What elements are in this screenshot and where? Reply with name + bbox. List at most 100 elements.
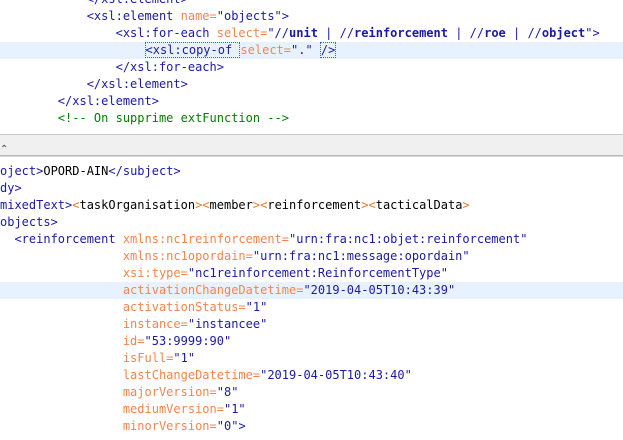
token-val: "urn:fra:nc1:objet:reinforcement": [289, 232, 528, 246]
xml-line-11[interactable]: id="53:9999:90": [0, 333, 623, 350]
token-tag: objects>: [0, 215, 58, 229]
token-txt: tacticalData: [375, 198, 463, 212]
token-txt: taskOrganisation: [79, 198, 196, 212]
xsl-line-4[interactable]: <xsl:copy-of select="." />: [0, 42, 623, 59]
token-tag: dy>: [0, 181, 22, 195]
token-attr: minorVersion=: [122, 419, 217, 433]
token-val: "1": [223, 402, 246, 416]
token-val: "nc1reinforcement:ReinforcementType": [187, 266, 448, 280]
token-tag: </subject>: [108, 164, 181, 178]
xsl-editor-pane[interactable]: </xsl:element> <xsl:element name="object…: [0, 0, 623, 134]
xsl-line-1[interactable]: </xsl:element>: [0, 0, 623, 8]
token-valb: roe: [484, 26, 506, 40]
token-val: "8": [216, 385, 239, 399]
xml-line-16[interactable]: minorVersion="0">: [0, 418, 623, 435]
token-val: "urn:fra:nc1:message:opordain": [252, 249, 470, 263]
xml-line-6[interactable]: xmlns:nc1opordain="urn:fra:nc1:message:o…: [0, 248, 623, 265]
xml-line-13[interactable]: lastChangeDatetime="2019-04-05T10:43:40": [0, 367, 623, 384]
token-tag: >: [592, 26, 600, 40]
pane-divider[interactable]: ⌃: [0, 134, 623, 156]
xsl-line-5[interactable]: </xsl:for-each>: [0, 59, 623, 76]
token-tag: </xsl:for-each>: [115, 60, 224, 74]
xsl-line-2[interactable]: <xsl:element name="objects">: [0, 8, 623, 25]
xml-line-9[interactable]: activationStatus="1": [0, 299, 623, 316]
token-tag: oject>: [0, 164, 44, 178]
token-tag: mixedText>: [0, 198, 73, 212]
token-attr: id=: [122, 334, 145, 348]
token-val: "objects": [216, 9, 282, 23]
token-attr: xsi:type=: [122, 266, 188, 280]
token-txt: OPORD-AIN: [43, 164, 109, 178]
token-val: ": [585, 26, 593, 40]
token-attr: activationStatus=: [122, 300, 246, 314]
token-tag: >: [281, 9, 290, 23]
token-ent: ><: [361, 198, 376, 212]
xml-editor-pane[interactable]: oject>OPORD-AIN</subject> dy> mixedText><t…: [0, 156, 623, 440]
xsl-line-6[interactable]: </xsl:element>: [0, 76, 623, 93]
xml-line-14[interactable]: majorVersion="8": [0, 384, 623, 401]
xml-line-1[interactable]: oject>OPORD-AIN</subject>: [0, 163, 623, 180]
token-attr: lastChangeDatetime=: [122, 368, 261, 382]
xml-line-5[interactable]: <reinforcement xmlns:nc1reinforcement="u…: [0, 231, 623, 248]
xml-line-7[interactable]: xsi:type="nc1reinforcement:Reinforcement…: [0, 265, 623, 282]
token-cmt: <!-- On supprime extFunction -->: [57, 111, 289, 125]
token-tag: <reinforcement: [14, 232, 123, 246]
token-attr: select=: [240, 43, 291, 57]
token-attr: instance=: [122, 317, 188, 331]
token-attr: activationChangeDatetime=: [122, 283, 304, 297]
token-tag: <xsl:for-each: [115, 26, 217, 40]
token-val: "0": [216, 419, 239, 433]
token-txt: member: [209, 198, 253, 212]
token-val: ".": [291, 43, 320, 57]
token-attr: select=: [216, 26, 268, 40]
xml-line-3[interactable]: mixedText><taskOrganisation><member><rei…: [0, 197, 623, 214]
xml-line-2[interactable]: dy>: [0, 180, 623, 197]
token-val: "2019-04-05T10:43:39": [303, 283, 456, 297]
token-attr: isFull=: [122, 351, 174, 365]
token-val: "1": [173, 351, 196, 365]
token-val: "//: [267, 26, 290, 40]
token-ent: ><: [252, 198, 268, 212]
xml-line-10[interactable]: instance="instancee": [0, 316, 623, 333]
token-tag: >: [238, 419, 246, 433]
xml-line-15[interactable]: mediumVersion="1": [0, 401, 623, 418]
token-attr: xmlns:nc1reinforcement=: [122, 232, 289, 246]
token-tag: <xsl:element: [86, 9, 181, 23]
xsl-line-3[interactable]: <xsl:for-each select="//unit | //reinfor…: [0, 25, 623, 42]
token-valb: reinforcement: [354, 26, 448, 40]
xml-line-8[interactable]: activationChangeDatetime="2019-04-05T10:…: [0, 282, 623, 299]
token-val: | //: [447, 26, 485, 40]
token-val: "1": [245, 300, 268, 314]
token-val: | //: [317, 26, 355, 40]
xsl-line-7[interactable]: </xsl:element>: [0, 93, 623, 110]
xml-line-4[interactable]: objects>: [0, 214, 623, 231]
token-tag: </xsl:element>: [57, 94, 159, 108]
token-val: "instancee": [187, 317, 268, 331]
xml-line-12[interactable]: isFull="1": [0, 350, 623, 367]
token-tagbox2: />: [319, 42, 337, 58]
xsl-line-8[interactable]: <!-- On supprime extFunction -->: [0, 110, 623, 127]
token-ent: >: [462, 198, 470, 212]
token-txt: reinforcement: [267, 198, 362, 212]
token-tag: </xsl:element>: [87, 0, 188, 6]
token-attr: name=: [180, 9, 217, 23]
token-attr: majorVersion=: [122, 385, 217, 399]
token-val: "2019-04-05T10:43:40": [260, 368, 412, 382]
